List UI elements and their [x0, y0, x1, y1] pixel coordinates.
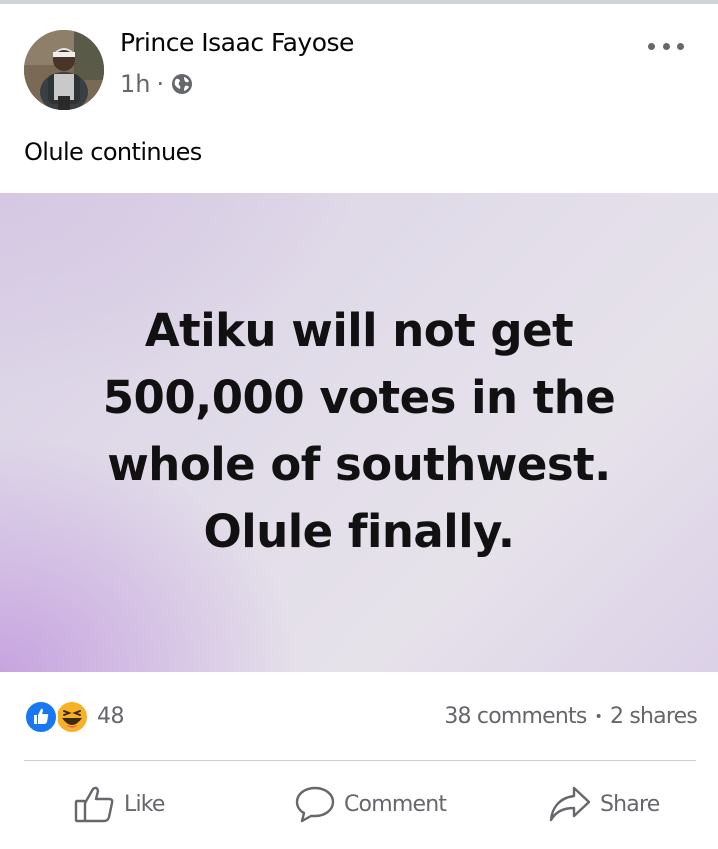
more-options-icon[interactable]	[646, 34, 686, 58]
like-label: Like	[124, 791, 165, 817]
stats-separator: •	[594, 708, 602, 725]
post-header: Prince Isaac Fayose 1h ·	[0, 4, 718, 114]
image-text-line: 500,000 votes in the	[102, 371, 616, 424]
image-text-line: Olule finally.	[203, 505, 515, 558]
more-dot	[648, 42, 655, 50]
action-bar: Like Comment Share	[0, 770, 718, 840]
post-meta: 1h ·	[120, 70, 194, 98]
share-button[interactable]: Share	[548, 782, 660, 826]
author-name[interactable]: Prince Isaac Fayose	[120, 28, 354, 57]
actions-divider	[24, 760, 696, 761]
like-icon	[24, 700, 58, 734]
meta-separator: ·	[156, 70, 165, 98]
comment-label: Comment	[344, 791, 447, 817]
post-text: Olule continues	[24, 138, 202, 166]
share-arrow-icon	[548, 784, 592, 824]
reaction-count[interactable]: 48	[97, 704, 125, 729]
share-label: Share	[600, 791, 660, 817]
reactions-bar: 48 38 comments • 2 shares	[0, 690, 718, 740]
image-text: Atiku will not get 500,000 votes in the …	[0, 297, 718, 565]
post-image[interactable]: Atiku will not get 500,000 votes in the …	[0, 193, 718, 672]
author-avatar[interactable]	[24, 30, 104, 110]
comment-icon	[294, 784, 336, 824]
image-text-line: Atiku will not get	[144, 304, 574, 357]
thumbs-up-icon	[74, 784, 116, 824]
more-dot	[677, 42, 684, 50]
avatar-image	[24, 30, 104, 110]
image-text-line: whole of southwest.	[107, 438, 611, 491]
shares-count[interactable]: 2 shares	[610, 704, 698, 729]
like-button[interactable]: Like	[74, 782, 165, 826]
globe-icon[interactable]	[170, 72, 194, 96]
comment-button[interactable]: Comment	[294, 782, 447, 826]
engagement-stats: 38 comments • 2 shares	[444, 704, 697, 729]
post-time[interactable]: 1h	[120, 70, 150, 98]
reaction-icons[interactable]	[24, 700, 92, 734]
more-dot	[662, 42, 670, 50]
haha-icon	[55, 700, 89, 734]
comments-count[interactable]: 38 comments	[444, 704, 587, 729]
